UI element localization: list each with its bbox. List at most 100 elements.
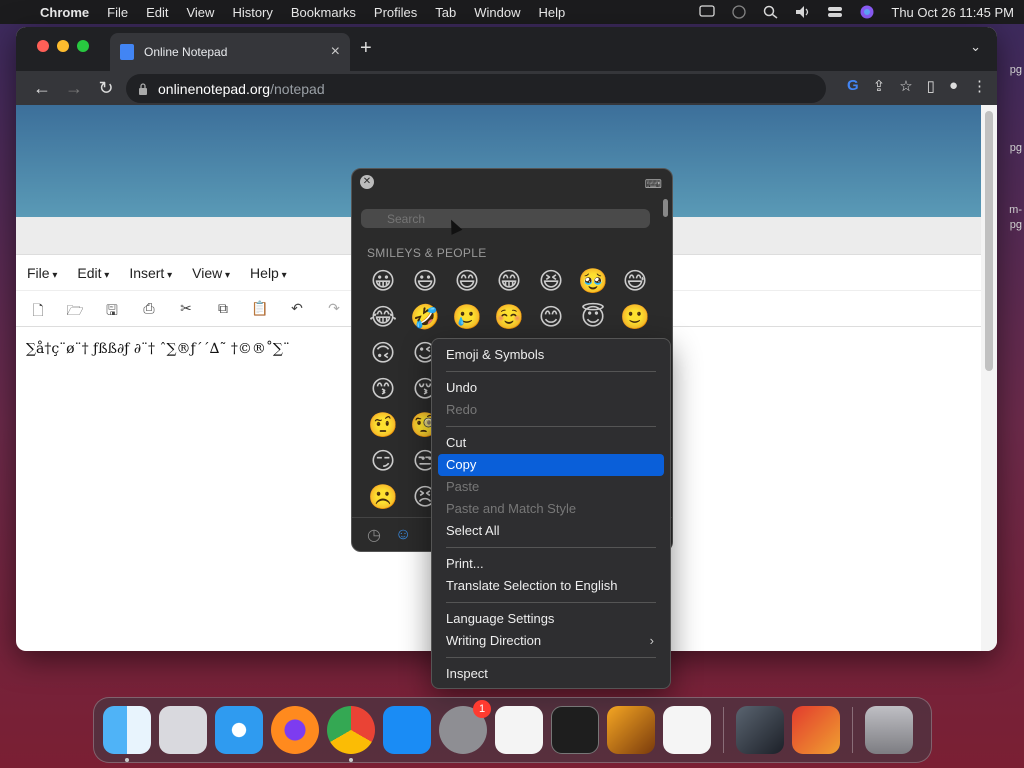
emoji-cell[interactable]: 🥹 [572, 263, 614, 299]
back-arrow-icon[interactable]: ← [26, 78, 58, 99]
emoji-cell[interactable]: 😊 [530, 299, 572, 335]
asphalt-8-icon[interactable] [736, 706, 784, 754]
menu-item-select-all[interactable]: Select All [438, 520, 664, 542]
emoji-cell[interactable]: 😙 [362, 371, 404, 407]
paste-icon[interactable]: 📋 [250, 300, 270, 318]
garageband-icon[interactable] [607, 706, 655, 754]
tab-search-chevron-icon[interactable]: ⌄ [970, 39, 981, 55]
undo-icon[interactable]: ↶ [287, 300, 307, 318]
textedit-icon[interactable] [495, 706, 543, 754]
close-tab-icon[interactable]: × [331, 43, 340, 61]
share-icon[interactable]: ⇪ [873, 77, 886, 95]
emoji-cell[interactable]: ☹️ [362, 479, 404, 515]
emoji-cell[interactable]: 😄 [446, 263, 488, 299]
menubar-profiles[interactable]: Profiles [374, 5, 417, 20]
copy-icon[interactable]: ⧉ [213, 300, 233, 318]
open-file-icon[interactable]: 🗁 [65, 300, 85, 318]
bookmark-star-icon[interactable]: ☆ [899, 77, 912, 95]
forward-arrow-icon[interactable]: → [58, 78, 90, 99]
emoji-cell[interactable]: 😏 [362, 443, 404, 479]
chrome-icon[interactable] [327, 706, 375, 762]
vscode-icon[interactable] [663, 706, 711, 754]
tab-online-notepad[interactable]: Online Notepad × [110, 33, 350, 71]
maximize-window-button[interactable] [77, 40, 89, 52]
reload-icon[interactable]: ↻ [90, 78, 122, 99]
emoji-cell[interactable]: 😂 [362, 299, 404, 335]
screen-mirroring-icon[interactable] [699, 5, 716, 19]
menubar-bookmarks[interactable]: Bookmarks [291, 5, 356, 20]
trash-icon[interactable] [865, 706, 913, 754]
asphalt-9-icon[interactable] [792, 706, 840, 754]
chrome-menu-icon[interactable]: ⋮ [972, 77, 987, 95]
system-settings-icon[interactable]: 1 [439, 700, 491, 754]
recent-clock-icon[interactable]: ◷ [367, 525, 381, 545]
menu-item-inspect[interactable]: Inspect [438, 663, 664, 685]
desktop-file-label[interactable]: pg [1010, 219, 1022, 231]
menu-item-writing-direction[interactable]: Writing Direction › [438, 630, 664, 652]
menu-item-cut[interactable]: Cut [438, 432, 664, 454]
google-icon[interactable]: G [847, 77, 859, 95]
minimize-window-button[interactable] [57, 40, 69, 52]
profile-avatar-icon[interactable]: ● [949, 77, 958, 95]
emoji-cell[interactable]: 😀 [362, 263, 404, 299]
siri-icon[interactable] [859, 5, 875, 19]
new-tab-icon[interactable]: + [360, 37, 372, 60]
emoji-cell[interactable]: 😆 [530, 263, 572, 299]
notepad-menu-file[interactable]: File [27, 265, 57, 281]
address-bar[interactable]: onlinenotepad.org/notepad [126, 74, 826, 103]
menu-item-print[interactable]: Print... [438, 553, 664, 575]
menubar-file[interactable]: File [107, 5, 128, 20]
volume-icon[interactable] [795, 5, 811, 19]
notepad-menu-view[interactable]: View [192, 265, 230, 281]
desktop-file-label[interactable]: pg [1010, 142, 1022, 154]
emoji-cell[interactable]: 😁 [488, 263, 530, 299]
menubar-edit[interactable]: Edit [146, 5, 168, 20]
menu-item-emoji-symbols[interactable]: Emoji & Symbols [438, 344, 664, 366]
terminal-icon[interactable] [551, 706, 599, 754]
close-window-button[interactable] [37, 40, 49, 52]
emoji-search-input[interactable] [361, 209, 650, 228]
emoji-cell[interactable]: 😇 [572, 299, 614, 335]
menubar-view[interactable]: View [186, 5, 214, 20]
emoji-cell[interactable]: 😃 [404, 263, 446, 299]
notepad-menu-help[interactable]: Help [250, 265, 287, 281]
redo-icon[interactable]: ↷ [324, 300, 344, 318]
safari-icon[interactable] [215, 706, 263, 754]
menubar-help[interactable]: Help [539, 5, 566, 20]
notepad-menu-edit[interactable]: Edit [77, 265, 109, 281]
launchpad-icon[interactable] [159, 706, 207, 754]
airdrop-icon[interactable] [731, 5, 747, 19]
firefox-icon[interactable] [271, 706, 319, 754]
emoji-cell[interactable]: 🙂 [614, 299, 656, 335]
close-icon[interactable]: ✕ [360, 175, 374, 189]
menubar-app-name[interactable]: Chrome [40, 5, 89, 20]
emoji-cell[interactable]: 🥲 [446, 299, 488, 335]
menubar-history[interactable]: History [232, 5, 272, 20]
page-scrollbar[interactable] [981, 105, 997, 651]
search-icon[interactable] [763, 5, 779, 19]
smileys-category-icon[interactable]: ☺ [395, 526, 411, 544]
menubar-clock[interactable]: Thu Oct 26 11:45 PM [891, 5, 1014, 20]
emoji-cell[interactable]: 🙃 [362, 335, 404, 371]
keyboard-viewer-icon[interactable]: ⌨ [645, 177, 662, 191]
emoji-cell[interactable]: 🤣 [404, 299, 446, 335]
menubar-tab[interactable]: Tab [435, 5, 456, 20]
side-panel-icon[interactable]: ▯ [927, 77, 935, 95]
menu-item-translate[interactable]: Translate Selection to English [438, 575, 664, 597]
emoji-cell[interactable]: ☺️ [488, 299, 530, 335]
new-file-icon[interactable]: 🗋 [28, 300, 48, 318]
menu-item-copy[interactable]: Copy [438, 454, 664, 476]
app-store-icon[interactable] [383, 706, 431, 754]
menu-item-language-settings[interactable]: Language Settings [438, 608, 664, 630]
menubar-window[interactable]: Window [474, 5, 520, 20]
print-icon[interactable]: ⎙ [139, 300, 159, 318]
save-icon[interactable]: 🖫 [102, 300, 122, 318]
control-center-icon[interactable] [827, 5, 843, 19]
menu-item-undo[interactable]: Undo [438, 377, 664, 399]
cut-icon[interactable]: ✂ [176, 300, 196, 318]
emoji-scrollbar[interactable] [663, 199, 668, 217]
emoji-cell[interactable]: 🤨 [362, 407, 404, 443]
finder-icon[interactable] [103, 706, 151, 762]
emoji-cell[interactable]: 😅 [614, 263, 656, 299]
notepad-menu-insert[interactable]: Insert [129, 265, 172, 281]
